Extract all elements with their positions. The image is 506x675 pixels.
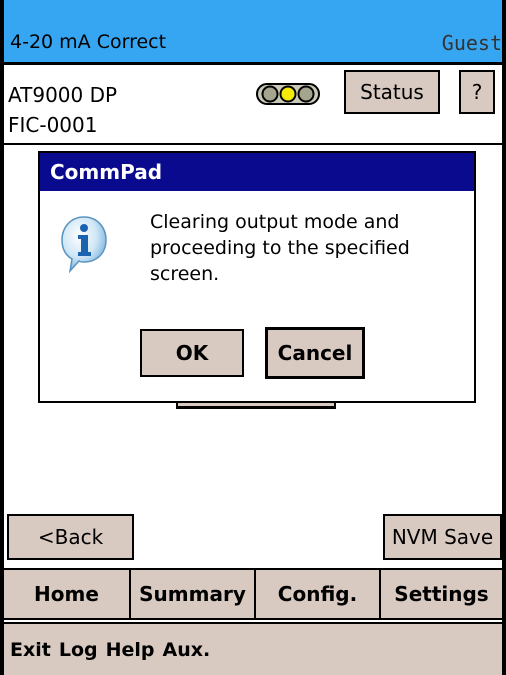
device-info: AT9000 DP FIC-0001 [8,80,117,140]
menu-log[interactable]: Log [59,639,98,661]
dialog-title: CommPad [40,153,474,191]
tab-summary[interactable]: Summary [131,570,256,618]
cancel-button[interactable]: Cancel [265,327,365,379]
dialog-message: Clearing output mode and proceeding to t… [150,211,410,285]
screen-title: 4-20 mA Correct [10,31,167,53]
status-button[interactable]: Status [344,70,440,114]
title-bar: 4-20 mA Correct Guest [4,0,502,62]
message-dialog: CommPad Clearing output mode and proceed… [38,151,476,403]
nav-bar: Home Summary Config. Settings [4,568,502,620]
tab-home[interactable]: Home [4,570,131,618]
title-divider [4,62,502,65]
device-model: AT9000 DP [8,83,118,107]
user-label: Guest [441,31,502,55]
tab-settings[interactable]: Settings [381,570,502,618]
header-divider [4,143,502,145]
menu-help[interactable]: Help [106,639,155,661]
back-button[interactable]: <Back [7,514,134,560]
info-icon [61,216,107,273]
menu-exit[interactable]: Exit [10,639,51,661]
ok-button[interactable]: OK [140,329,244,377]
bottom-menu: Exit Log Help Aux. [4,622,502,675]
tab-config[interactable]: Config. [256,570,381,618]
menu-aux[interactable]: Aux. [163,639,211,661]
nvm-save-button[interactable]: NVM Save [383,514,502,560]
traffic-light-icon [256,83,320,105]
help-button[interactable]: ? [459,70,495,114]
device-tag: FIC-0001 [8,113,98,137]
